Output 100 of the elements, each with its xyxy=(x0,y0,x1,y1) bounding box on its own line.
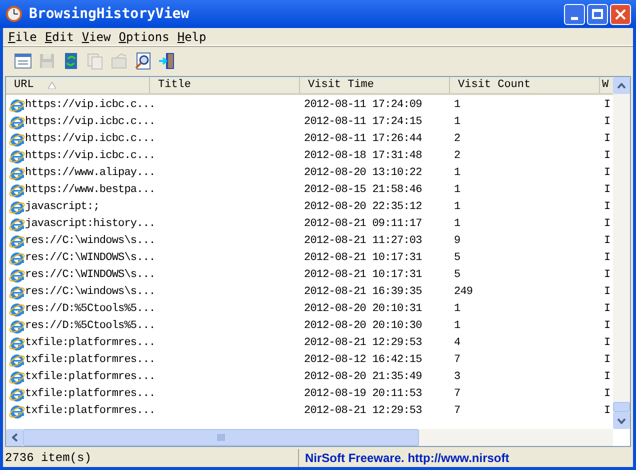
table-cell-text: I xyxy=(604,302,610,318)
table-cell-text: 1 xyxy=(454,183,460,198)
close-icon xyxy=(615,8,626,20)
find-icon[interactable] xyxy=(133,50,153,70)
table-cell-text: I xyxy=(604,132,610,148)
table-cell-text: https://vip.icbc.c... xyxy=(25,98,156,114)
table-cell-text: 2012-08-20 20:10:31 xyxy=(304,302,422,318)
table-cell-text: res://C:\WINDOWS\s... xyxy=(25,268,156,284)
table-cell-text: 2012-08-20 21:35:49 xyxy=(304,370,422,386)
table-cell-text: 7 xyxy=(454,353,460,368)
window-title: BrowsingHistoryView xyxy=(29,4,190,24)
table-cell-text: javascript:history... xyxy=(25,217,156,232)
table-cell-text: 2012-08-21 10:17:31 xyxy=(304,251,422,266)
table-cell-text: 2012-08-21 16:39:35 xyxy=(304,285,422,300)
globe-e-icon xyxy=(9,336,25,352)
column-header[interactable]: URL xyxy=(6,77,150,93)
table-cell-text: res://C:\WINDOWS\s... xyxy=(25,251,156,266)
table-cell-text: I xyxy=(604,336,610,352)
table-cell-text: 2012-08-20 20:10:30 xyxy=(304,319,422,334)
table-cell-text: I xyxy=(604,98,610,114)
globe-e-icon xyxy=(9,352,25,368)
table-cell-text: 2012-08-21 10:17:31 xyxy=(304,268,422,284)
minimize-icon xyxy=(571,16,578,20)
globe-e-icon xyxy=(9,404,25,420)
table-cell-text: 2012-08-21 11:27:03 xyxy=(304,234,422,250)
item-count: 2736 item(s) xyxy=(3,449,299,467)
scroll-left-icon[interactable] xyxy=(12,433,18,442)
vertical-scrollbar[interactable] xyxy=(613,77,630,429)
table-cell-text: https://www.bestpa... xyxy=(25,183,156,198)
maximize-icon xyxy=(592,9,603,19)
table-cell-text: 2 xyxy=(454,149,460,164)
table-cell-text: res://C:\windows\s... xyxy=(25,285,156,300)
scroll-up-icon[interactable] xyxy=(617,82,626,88)
minimize-button[interactable] xyxy=(564,4,585,24)
table-cell-text: 2012-08-11 17:24:09 xyxy=(304,98,422,114)
globe-e-icon xyxy=(9,132,25,148)
scroll-thumb[interactable] xyxy=(613,402,630,412)
menu-item[interactable]: Options xyxy=(116,28,172,46)
maximize-button[interactable] xyxy=(587,4,608,24)
globe-e-icon xyxy=(9,200,25,216)
menu-item[interactable]: View xyxy=(78,28,114,46)
scroll-down-icon[interactable] xyxy=(617,418,626,424)
table-cell-text: I xyxy=(604,251,610,266)
table-cell-text: 2012-08-15 21:58:46 xyxy=(304,183,422,198)
globe-e-icon xyxy=(9,284,25,300)
table-cell-text: 9 xyxy=(454,234,460,250)
table-cell-text: txfile:platformres... xyxy=(25,370,156,386)
table-cell-text: 7 xyxy=(454,404,460,420)
table-cell-text: res://D:%5Ctools%5... xyxy=(25,319,156,334)
table-cell-text: 1 xyxy=(454,115,460,130)
table-cell-text: I xyxy=(604,115,610,130)
website-link[interactable]: NirSoft Freeware. http://www.nirsoft xyxy=(299,449,516,467)
table-cell-text: 5 xyxy=(454,268,460,284)
exit-icon[interactable] xyxy=(157,50,177,70)
close-button[interactable] xyxy=(610,4,631,24)
globe-e-icon xyxy=(9,250,25,266)
table-cell-text: I xyxy=(604,183,610,198)
globe-e-icon xyxy=(9,302,25,318)
grip-icon xyxy=(217,434,225,441)
column-header[interactable]: Visit Time xyxy=(300,77,450,93)
table-cell-text: I xyxy=(604,200,610,216)
globe-e-icon xyxy=(9,216,25,232)
globe-e-icon xyxy=(9,386,25,402)
table-cell-text: res://C:\windows\s... xyxy=(25,234,156,250)
table-cell-text: 2012-08-11 17:24:15 xyxy=(304,115,422,130)
table-cell-text: 7 xyxy=(454,387,460,402)
table-cell-text: 1 xyxy=(454,217,460,232)
globe-e-icon xyxy=(9,148,25,164)
column-header[interactable]: Visit Count xyxy=(450,77,600,93)
globe-e-icon xyxy=(9,370,25,386)
table-cell-text: I xyxy=(604,319,610,334)
table-cell-text: https://www.alipay... xyxy=(25,166,156,182)
table-cell-text: txfile:platformres... xyxy=(25,336,156,352)
table-cell-text: txfile:platformres... xyxy=(25,353,156,368)
table-cell-text: 249 xyxy=(454,285,473,300)
report-icon[interactable] xyxy=(13,50,33,70)
table-cell-text: 1 xyxy=(454,200,460,216)
clock-gear-icon xyxy=(5,5,23,23)
column-header[interactable]: Title xyxy=(150,77,300,93)
table-cell-text: 1 xyxy=(454,302,460,318)
globe-e-icon xyxy=(9,318,25,334)
globe-e-icon xyxy=(9,114,25,130)
table-cell-text: 4 xyxy=(454,336,460,352)
globe-e-icon xyxy=(9,98,25,114)
menu-item[interactable]: Help xyxy=(174,28,210,46)
table-cell-text: 2012-08-11 17:26:44 xyxy=(304,132,422,148)
table-cell-text: 2012-08-21 09:11:17 xyxy=(304,217,422,232)
table-cell-text: https://vip.icbc.c... xyxy=(25,132,156,148)
table-cell-text: res://D:%5Ctools%5... xyxy=(25,302,156,318)
table-cell-text: I xyxy=(604,353,610,368)
horizontal-scrollbar[interactable] xyxy=(6,429,613,446)
menu-item[interactable]: File xyxy=(5,28,40,46)
menu-item[interactable]: Edit xyxy=(42,28,77,46)
table-cell-text: https://vip.icbc.c... xyxy=(25,115,156,130)
table-cell-text: 1 xyxy=(454,166,460,182)
table-cell-text: I xyxy=(604,285,610,300)
table-cell-text: 2012-08-21 12:29:53 xyxy=(304,404,422,420)
table-cell-text: 2012-08-20 22:35:12 xyxy=(304,200,422,216)
table-cell-text: I xyxy=(604,370,610,386)
table-cell-text: I xyxy=(604,387,610,402)
